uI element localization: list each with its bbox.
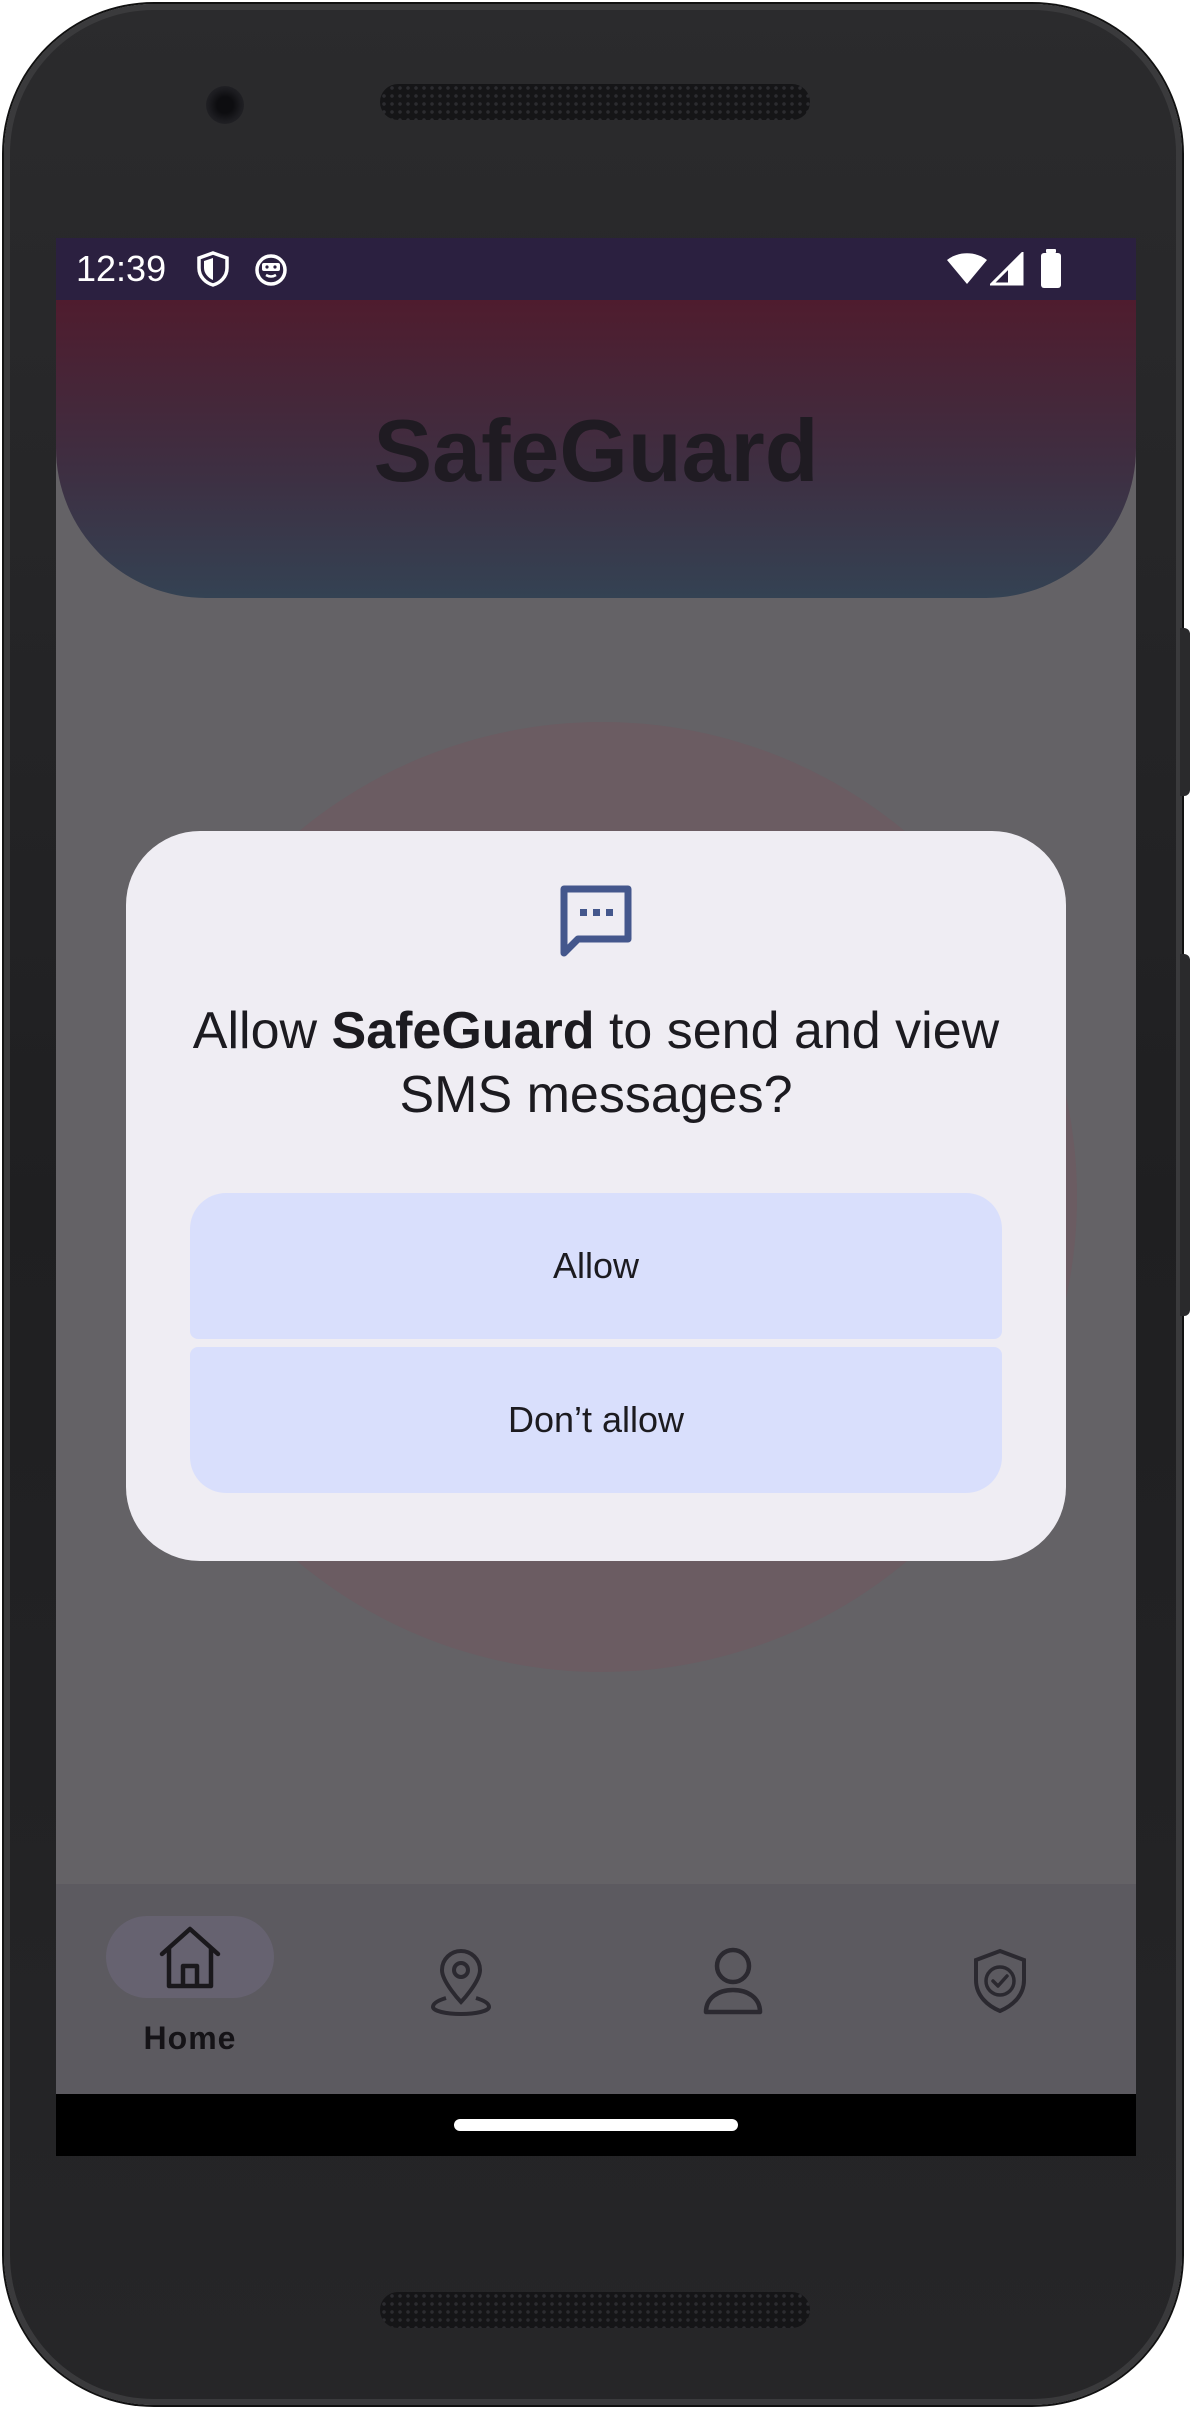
shield-check-icon [972,1948,1028,2019]
dont-allow-button[interactable]: Don’t allow [190,1347,1002,1493]
battery-icon [1040,249,1062,294]
home-gesture-handle[interactable] [454,2119,738,2131]
volume-button [1180,628,1190,796]
wifi-icon [946,252,988,291]
bottom-speaker-grille [380,2292,810,2328]
allow-button[interactable]: Allow [190,1193,1002,1339]
robot-icon [254,252,288,291]
dialog-title-prefix: Allow [192,1002,332,1060]
status-bar: 12:39 [56,238,1136,300]
nav-item-home[interactable]: Home [56,1884,324,2094]
system-navigation-bar [56,2094,1136,2156]
front-camera [206,86,244,124]
status-time: 12:39 [76,248,167,289]
nav-item-safety[interactable] [866,1884,1134,2094]
power-button [1180,954,1190,1316]
shield-icon [196,251,230,292]
app-title: SafeGuard [373,401,819,500]
home-icon [156,1924,224,1995]
profile-icon [702,1946,764,2021]
cellular-icon [988,250,1024,291]
bottom-navigation: Home [56,1884,1136,2094]
nav-label-home: Home [143,2020,237,2056]
top-speaker-grille [380,84,810,120]
screen: 12:39 SafeGuard Home Allow SafeGuard to … [56,238,1136,2156]
permission-dialog: Allow SafeGuard to send and view SMS mes… [126,831,1066,1561]
location-pin-icon [430,1948,492,2021]
nav-item-profile[interactable] [596,1884,864,2094]
nav-item-location[interactable] [326,1884,594,2094]
dialog-title: Allow SafeGuard to send and view SMS mes… [166,999,1026,1127]
sms-message-icon [560,885,632,962]
dialog-title-app-name: SafeGuard [331,1002,595,1060]
app-header: SafeGuard [56,300,1136,598]
phone-frame: 12:39 SafeGuard Home Allow SafeGuard to … [4,4,1190,2405]
